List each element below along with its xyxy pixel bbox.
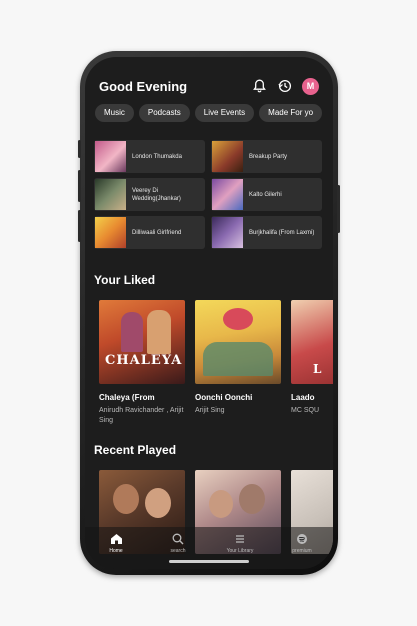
home-icon	[110, 534, 122, 544]
stage: Good Evening M Music Podcasts Live Event…	[0, 0, 417, 626]
quick-pick-card[interactable]: Burjkhalifa (From Laxmi)	[211, 216, 322, 249]
cover-figure	[203, 342, 273, 376]
header: Good Evening M	[99, 75, 319, 97]
premium-icon	[297, 534, 307, 544]
bottom-nav: Home search Your Library premium	[85, 527, 333, 569]
cover-title: CHALEYA	[105, 353, 183, 368]
phone-power-button	[337, 185, 340, 233]
quick-pick-thumbnail	[95, 141, 126, 172]
album-cover: CHALEYA	[99, 300, 185, 384]
your-liked-title: Your Liked	[94, 273, 156, 287]
nav-premium-label: premium	[292, 548, 312, 554]
liked-row: CHALEYA Chaleya (From Anirudh Ravichande…	[99, 300, 333, 426]
home-indicator	[169, 560, 249, 563]
album-artist: Anirudh Ravichander , Arijit Sing	[99, 407, 184, 424]
nav-home-label: Home	[109, 548, 123, 554]
quick-pick-thumbnail	[212, 217, 243, 248]
cover-title: L	[313, 362, 322, 376]
album-card[interactable]: Oonchi Oonchi Arijit Sing	[195, 300, 281, 426]
album-title: Laado	[291, 393, 315, 402]
cover-face	[113, 484, 139, 514]
album-card[interactable]: L Laado MC SQU	[291, 300, 333, 426]
chip-live-events[interactable]: Live Events	[194, 104, 255, 122]
avatar[interactable]: M	[302, 77, 319, 95]
quick-pick-label: Breakup Party	[249, 153, 288, 160]
quick-pick-card[interactable]: Kalto Gilerhi	[211, 178, 322, 211]
album-cover: L	[291, 300, 333, 384]
quick-pick-card[interactable]: London Thumakda	[94, 140, 205, 173]
nav-premium[interactable]: premium	[277, 533, 327, 554]
quick-pick-label: Veerey Di Wedding(Jhankar)	[132, 187, 181, 202]
quick-pick-label: Kalto Gilerhi	[249, 191, 282, 198]
quick-pick-card[interactable]: Dilliwaali Girlfriend	[94, 216, 205, 249]
chip-made-for-you[interactable]: Made For yo	[259, 104, 323, 122]
greeting-title: Good Evening	[99, 78, 188, 94]
library-icon	[236, 535, 244, 543]
quick-pick-card[interactable]: Breakup Party	[211, 140, 322, 173]
cover-logo	[223, 308, 253, 330]
chip-music[interactable]: Music	[95, 104, 134, 122]
quick-pick-thumbnail	[95, 179, 126, 210]
quick-pick-thumbnail	[212, 179, 243, 210]
nav-library[interactable]: Your Library	[215, 533, 265, 554]
nav-library-label: Your Library	[226, 548, 254, 554]
search-icon	[172, 533, 184, 545]
album-artist: Arijit Sing	[195, 407, 225, 414]
album-artist: MC SQU	[291, 407, 319, 414]
album-title: Oonchi Oonchi	[195, 393, 253, 402]
album-title: Chaleya (From	[99, 393, 155, 402]
recent-played-title: Recent Played	[94, 443, 177, 457]
cover-figure	[121, 312, 143, 352]
quick-pick-card[interactable]: Veerey Di Wedding(Jhankar)	[94, 178, 205, 211]
phone-mute-button	[78, 140, 81, 158]
cover-face	[239, 484, 265, 514]
cover-face	[145, 488, 171, 518]
history-icon[interactable]	[277, 78, 293, 94]
quick-picks-grid: London Thumakda Breakup Party Veerey Di …	[94, 140, 326, 249]
quick-pick-thumbnail	[95, 217, 126, 248]
phone-volume-down-button	[78, 210, 81, 242]
album-card[interactable]: CHALEYA Chaleya (From Anirudh Ravichande…	[99, 300, 185, 426]
album-cover	[195, 300, 281, 384]
chip-podcasts[interactable]: Podcasts	[138, 104, 190, 122]
quick-pick-label: Dilliwaali Girlfriend	[132, 229, 182, 236]
phone-volume-up-button	[78, 170, 81, 202]
cover-figure	[147, 310, 171, 354]
app-screen: Good Evening M Music Podcasts Live Event…	[85, 57, 333, 569]
nav-home[interactable]: Home	[91, 533, 141, 554]
cover-face	[209, 490, 233, 518]
nav-search[interactable]: search	[153, 533, 203, 554]
quick-pick-label: Burjkhalifa (From Laxmi)	[249, 229, 315, 236]
nav-search-label: search	[170, 548, 186, 554]
bell-icon[interactable]	[251, 78, 267, 94]
quick-pick-thumbnail	[212, 141, 243, 172]
category-chips: Music Podcasts Live Events Made For yo	[95, 104, 323, 122]
quick-pick-label: London Thumakda	[132, 153, 182, 160]
